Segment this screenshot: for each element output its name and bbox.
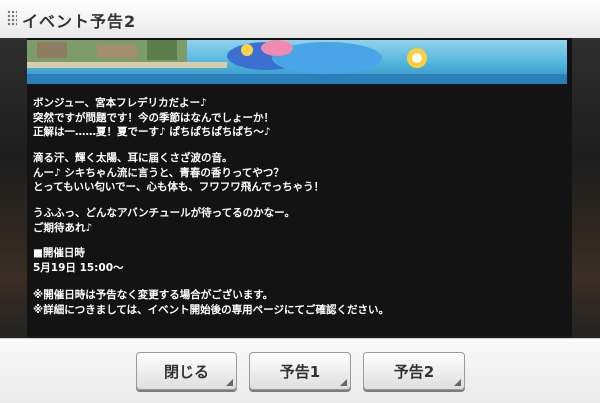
preview-2-button-label: 予告2 — [393, 362, 435, 381]
background-left — [0, 38, 27, 338]
message-line: ご期待あれ♪ — [33, 221, 93, 234]
message-line: ボンジュー、宮本フレデリカだよー♪ — [33, 97, 207, 109]
preview-1-button[interactable]: 予告1 — [249, 352, 351, 390]
corner-triangle-icon — [226, 379, 233, 386]
notice-line: ※詳細につきましては、イベント開始後の専用ページにてご確認ください。 — [33, 303, 389, 316]
message-line: とってもいい匂いでー、心も体も、フワフワ飛んでっちゃう！ — [33, 181, 325, 193]
message-line: うふふっ、どんなアバンチュールが待ってるのかなー。 — [33, 207, 295, 219]
notice-line: ※開催日時は予告なく変更する場合がございます。 — [33, 289, 274, 301]
corner-triangle-icon — [340, 379, 347, 386]
background-right — [572, 38, 600, 338]
banner-art — [27, 40, 567, 84]
event-banner-image — [27, 40, 567, 84]
message-line: 滴る汗、輝く太陽、耳に届くさざ波の音。 — [33, 152, 233, 164]
close-button[interactable]: 閉じる — [136, 352, 237, 390]
message-paragraph: うふふっ、どんなアバンチュールが待ってるのかなー。 ご期待あれ♪ — [33, 206, 295, 235]
preview-1-button-label: 予告1 — [279, 362, 321, 381]
grip-icon — [7, 10, 17, 26]
dialog-header: イベント予告2 — [0, 0, 600, 39]
message-line: んー♪ シキちゃん流に言うと、青春の香りってやつ？ — [33, 166, 284, 179]
event-preview-dialog: イベント予告2 ボンジュー、宮本フレデリカだよー♪ 突然ですが問題です！今の季節… — [0, 0, 600, 403]
dialog-title: イベント予告2 — [22, 12, 137, 31]
corner-triangle-icon — [454, 379, 461, 386]
notice: ※開催日時は予告なく変更する場合がございます。 ※詳細につきましては、イベント開… — [33, 288, 389, 317]
message-paragraph: ボンジュー、宮本フレデリカだよー♪ 突然ですが問題です！今の季節はなんでしょーか… — [33, 96, 274, 140]
preview-2-button[interactable]: 予告2 — [363, 352, 465, 390]
schedule-heading: ■開催日時 — [33, 247, 85, 259]
message-paragraph: 滴る汗、輝く太陽、耳に届くさざ波の音。 んー♪ シキちゃん流に言うと、青春の香り… — [33, 151, 324, 195]
message-line: 突然ですが問題です！今の季節はなんでしょーか！ — [33, 111, 274, 124]
event-schedule: ■開催日時 5月19日 15:00〜 — [33, 246, 124, 275]
schedule-date: 5月19日 15:00〜 — [33, 261, 124, 274]
message-line: 正解は一……夏！夏でーす♪ ぱちぱちぱちぱち〜♪ — [33, 126, 271, 138]
close-button-label: 閉じる — [163, 362, 209, 381]
